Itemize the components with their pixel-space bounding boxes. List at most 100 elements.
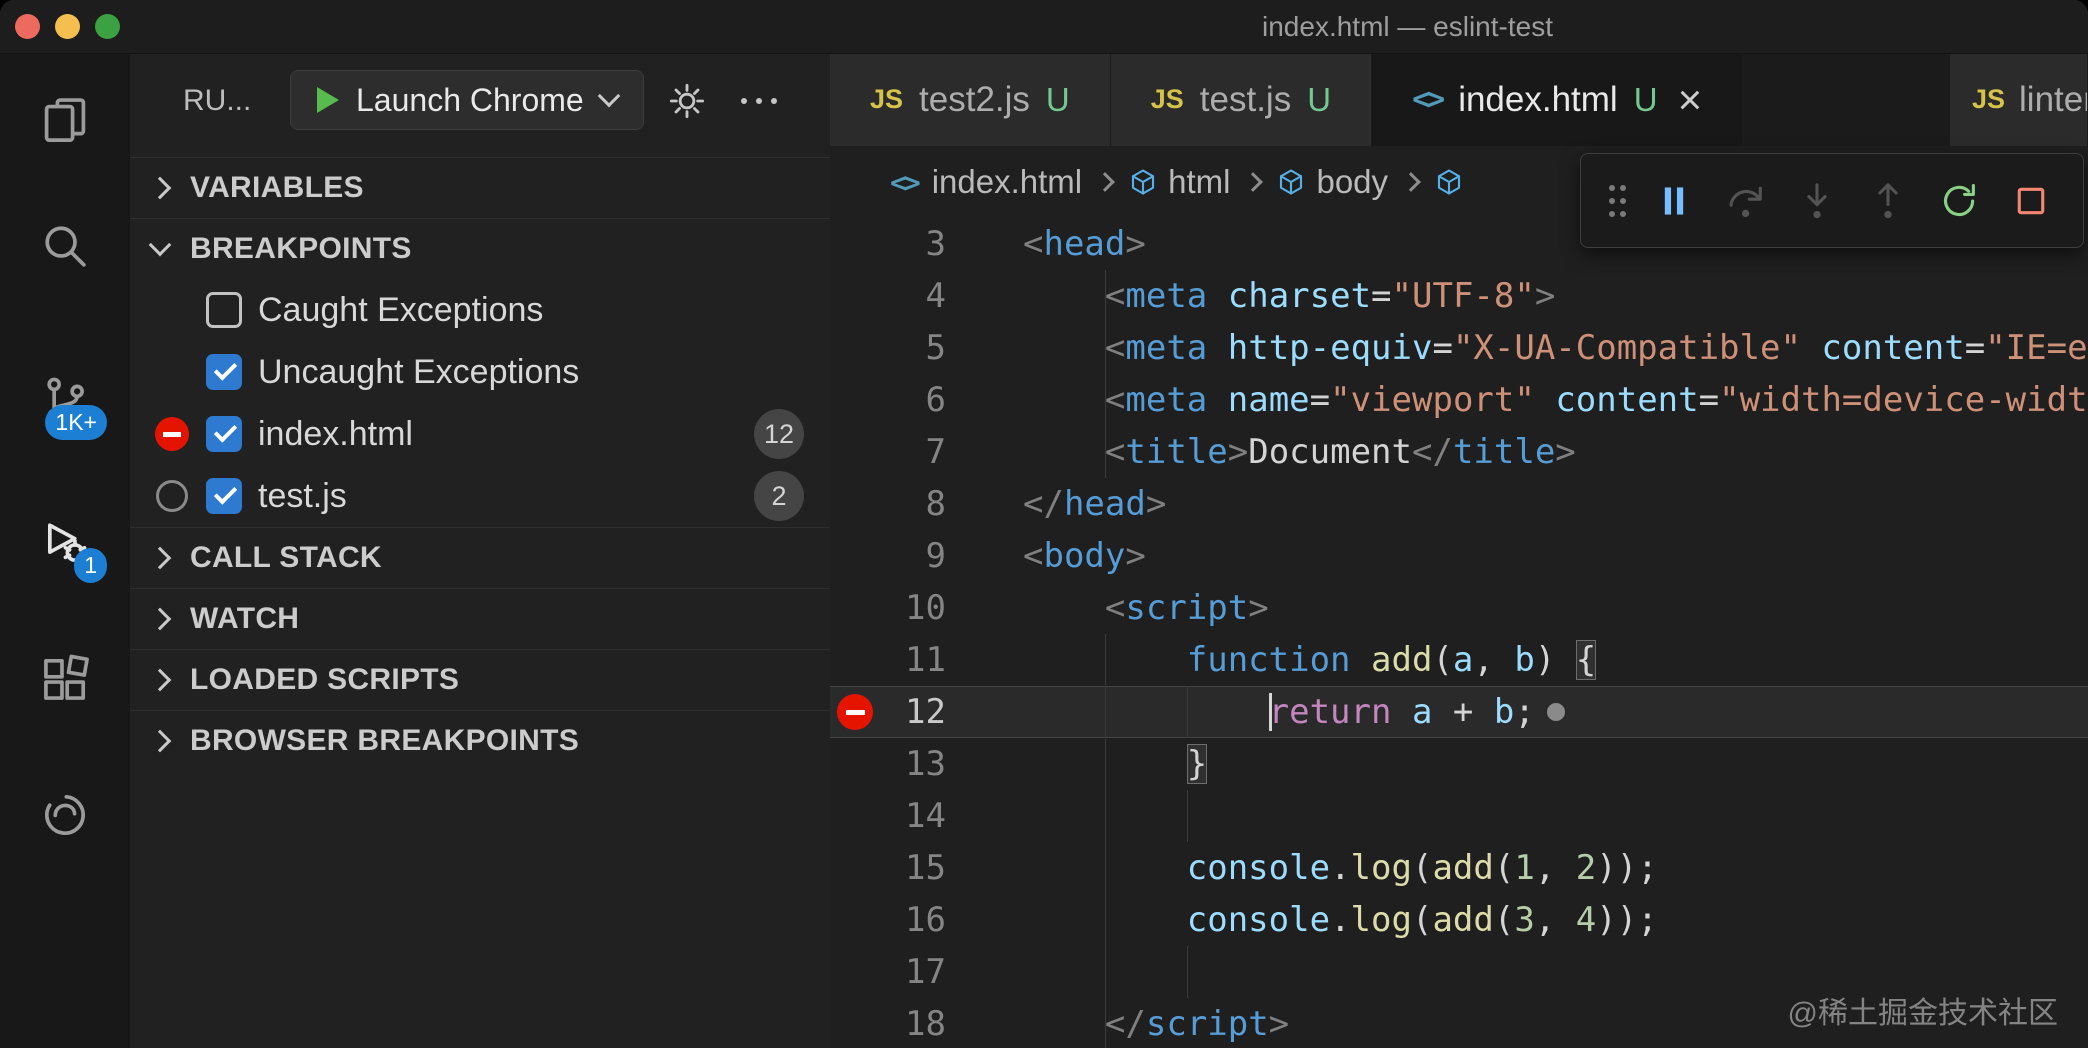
zoom-window-button[interactable] xyxy=(95,14,120,39)
chevron-right-icon xyxy=(1401,172,1421,192)
tab-test-js[interactable]: JStest.jsU xyxy=(1111,53,1372,146)
count-badge: 2 xyxy=(754,471,804,521)
indent-guide xyxy=(1187,946,1188,998)
sidebar: RU... Launch Chrome VARIABLESBREAKPOINTS… xyxy=(130,53,830,1048)
activity-item-search[interactable] xyxy=(39,220,91,272)
gutter-margin xyxy=(830,738,880,790)
run-and-debug-badge: 1 xyxy=(74,548,107,583)
html-file-icon: <> xyxy=(1412,82,1442,117)
chevron-right-icon xyxy=(149,547,172,570)
gutter-margin xyxy=(830,478,880,530)
checkbox[interactable] xyxy=(206,292,242,328)
minimize-window-button[interactable] xyxy=(55,14,80,39)
code-line-12[interactable]: 12 return a + b; xyxy=(830,686,2088,738)
launch-configuration-button[interactable]: Launch Chrome xyxy=(290,70,644,130)
code-text: <meta charset="UTF-8"> xyxy=(946,270,2088,322)
breakpoint-disabled-icon xyxy=(150,417,194,451)
matched-bracket: { xyxy=(1576,640,1596,680)
code-line-14[interactable]: 14 xyxy=(830,790,2088,842)
gutter-margin xyxy=(830,322,880,374)
symbol-icon xyxy=(1434,167,1464,197)
checkbox[interactable] xyxy=(206,478,242,514)
tab-bar: JStest2.jsUJStest.jsU<>index.htmlU× JSlin… xyxy=(830,53,2088,146)
gutter-margin xyxy=(830,218,880,270)
breakpoint-item-caught-exceptions[interactable]: Caught Exceptions xyxy=(130,279,830,341)
indent-guide xyxy=(1105,998,1106,1048)
line-number: 6 xyxy=(880,374,946,426)
settings-gear-icon[interactable] xyxy=(667,81,707,126)
breadcrumb-file: index.html xyxy=(932,163,1082,201)
activity-item-edge[interactable] xyxy=(39,789,91,841)
title-bar: index.html — eslint-test xyxy=(0,0,2088,54)
breakpoint-icon[interactable] xyxy=(830,686,880,738)
code-line-15[interactable]: 15 console.log(add(1, 2)); xyxy=(830,842,2088,894)
section-watch[interactable]: WATCH xyxy=(130,588,830,649)
code-text: console.log(add(1, 2)); xyxy=(946,842,2088,894)
tab-index-html[interactable]: <>index.htmlU× xyxy=(1372,53,1743,146)
gutter-margin xyxy=(830,894,880,946)
activity-item-run-and-debug[interactable]: 1 xyxy=(39,517,91,569)
breadcrumb-item[interactable]: body xyxy=(1316,163,1388,201)
code-text: <title>Document</title> xyxy=(946,426,2088,478)
code-line-5[interactable]: 5 <meta http-equiv="X-UA-Compatible" con… xyxy=(830,322,2088,374)
drag-grip-icon[interactable] xyxy=(1607,180,1629,222)
code-line-6[interactable]: 6 <meta name="viewport" content="width=d… xyxy=(830,374,2088,426)
tab-linter-js[interactable]: JSlinter.js xyxy=(1950,53,2088,146)
matched-bracket: } xyxy=(1187,744,1207,784)
line-number: 3 xyxy=(880,218,946,270)
code-line-11[interactable]: 11 function add(a, b) { xyxy=(830,634,2088,686)
checkbox[interactable] xyxy=(206,416,242,452)
activity-item-source-control[interactable]: 1K+ xyxy=(39,374,91,426)
indent-guide xyxy=(1105,426,1106,478)
section-label: LOADED SCRIPTS xyxy=(190,663,459,697)
tab-test2-js[interactable]: JStest2.jsU xyxy=(830,53,1111,146)
section-variables[interactable]: VARIABLES xyxy=(130,157,830,218)
chevron-right-icon xyxy=(149,669,172,692)
close-icon[interactable]: × xyxy=(1678,79,1703,121)
pause-button[interactable] xyxy=(1648,169,1700,233)
step-into-button[interactable] xyxy=(1791,169,1843,233)
code-line-16[interactable]: 16 console.log(add(3, 4)); xyxy=(830,894,2088,946)
activity-bar: 1K+ 1 xyxy=(0,53,130,1048)
breakpoint-item-uncaught-exceptions[interactable]: Uncaught Exceptions xyxy=(130,341,830,403)
explorer-icon xyxy=(39,94,91,146)
line-number: 9 xyxy=(880,530,946,582)
breakpoint-item-index-html[interactable]: index.html12 xyxy=(130,403,830,465)
stop-button[interactable] xyxy=(2005,169,2057,233)
activity-item-extensions[interactable] xyxy=(39,653,91,705)
code-area[interactable]: 3<head>4 <meta charset="UTF-8">5 <meta h… xyxy=(830,218,2088,1048)
code-line-4[interactable]: 4 <meta charset="UTF-8"> xyxy=(830,270,2088,322)
restart-button[interactable] xyxy=(1934,169,1986,233)
checkbox[interactable] xyxy=(206,354,242,390)
step-over-button[interactable] xyxy=(1720,169,1772,233)
code-text: } xyxy=(946,738,2088,790)
section-browser-breakpoints[interactable]: BROWSER BREAKPOINTS xyxy=(130,710,830,771)
code-text: function add(a, b) { xyxy=(946,634,2088,686)
more-actions-icon[interactable] xyxy=(741,98,777,104)
chevron-right-icon xyxy=(149,730,172,753)
debug-toolbar xyxy=(1580,153,2084,248)
close-window-button[interactable] xyxy=(15,14,40,39)
watermark: @稀土掘金技术社区 xyxy=(1788,988,2058,1032)
code-line-7[interactable]: 7 <title>Document</title> xyxy=(830,426,2088,478)
code-line-9[interactable]: 9<body> xyxy=(830,530,2088,582)
breadcrumb-item[interactable]: html xyxy=(1168,163,1230,201)
section-breakpoints[interactable]: BREAKPOINTS xyxy=(130,218,830,279)
breakpoint-item-test-js[interactable]: test.js2 xyxy=(130,465,830,527)
code-line-8[interactable]: 8</head> xyxy=(830,478,2088,530)
section-call-stack[interactable]: CALL STACK xyxy=(130,527,830,588)
js-file-icon: JS xyxy=(1151,84,1184,115)
code-line-10[interactable]: 10 <script> xyxy=(830,582,2088,634)
gutter-margin xyxy=(830,530,880,582)
section-loaded-scripts[interactable]: LOADED SCRIPTS xyxy=(130,649,830,710)
indent-guide xyxy=(1105,842,1106,894)
step-out-button[interactable] xyxy=(1862,169,1914,233)
js-file-icon: JS xyxy=(870,84,903,115)
indent-guide xyxy=(1187,686,1188,738)
code-line-13[interactable]: 13 } xyxy=(830,738,2088,790)
modified-indicator: U xyxy=(1307,81,1331,119)
launch-configuration-label: Launch Chrome xyxy=(356,82,584,119)
code-text xyxy=(946,790,2088,842)
activity-item-explorer[interactable] xyxy=(39,94,91,146)
run-and-debug-panel-title: RU... xyxy=(183,53,251,149)
